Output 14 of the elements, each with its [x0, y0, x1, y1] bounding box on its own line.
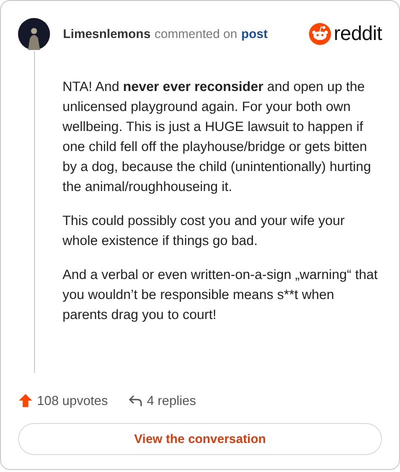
view-conversation-button[interactable]: View the conversation — [18, 423, 382, 455]
replies-count: 4 replies — [128, 392, 196, 408]
action-text: commented on — [154, 27, 238, 41]
brand-name: reddit — [334, 22, 382, 46]
post-link[interactable]: post — [241, 27, 268, 41]
upvote-arrow-icon — [18, 392, 33, 408]
comment-paragraph: NTA! And never ever reconsider and open up the unlicensed playground again. For your both own wellbeing. This is just a HUGE lawsuit to happen if one child fell off the playhouse/bridge or gets bitten by a dog, because the child (unintentionally) hurting the animal/roughhouseing it. — [62, 78, 372, 196]
upvotes-count: 108 upvotes — [18, 392, 108, 408]
author-name[interactable]: Limesnlemons — [63, 27, 151, 41]
comment-paragraph: This could possibly cost you and your wife your whole existence if things go bad. — [62, 212, 346, 250]
reply-arrow-icon — [128, 392, 143, 408]
comment-paragraph: And a verbal or even written-on-a-sign „warning“ that you wouldn’t be responsible means s**t when parents drag you to court! — [62, 266, 379, 324]
avatar-icon — [18, 18, 50, 50]
alien-logo-icon — [308, 23, 331, 45]
